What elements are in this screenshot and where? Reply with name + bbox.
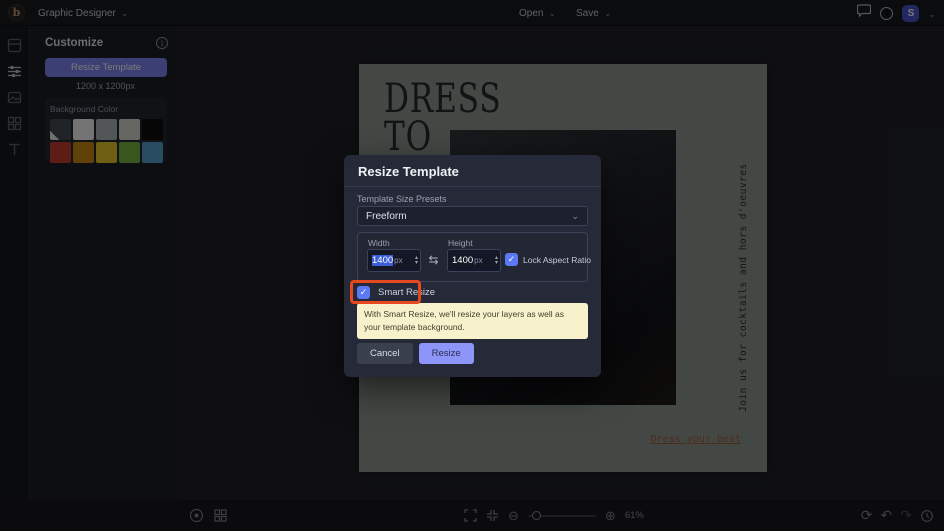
lock-aspect-ratio-label: Lock Aspect Ratio bbox=[523, 255, 592, 265]
app-window: Graphic Designer Open Save S bbox=[0, 0, 944, 531]
size-preset-value: Freeform bbox=[366, 210, 407, 222]
smart-resize-label: Smart Resize bbox=[378, 287, 436, 298]
swap-dimensions-button[interactable] bbox=[425, 252, 442, 269]
lock-aspect-ratio-checkbox[interactable] bbox=[505, 253, 518, 266]
cancel-button[interactable]: Cancel bbox=[357, 343, 413, 364]
width-value: 1400 bbox=[372, 255, 394, 266]
smart-resize-info: With Smart Resize, we'll resize your lay… bbox=[357, 303, 588, 339]
smart-resize-row: Smart Resize bbox=[357, 286, 435, 299]
dimensions-group: Width Height 1400 px ▴▾ 1400 px ▴▾ Lock … bbox=[357, 232, 592, 282]
presets-label: Template Size Presets bbox=[357, 194, 447, 204]
width-unit: px bbox=[394, 256, 403, 265]
dialog-title: Resize Template bbox=[358, 164, 459, 179]
resize-template-dialog: Resize Template Template Size Presets Fr… bbox=[344, 155, 601, 377]
height-input[interactable]: 1400 px ▴ ▾ bbox=[447, 249, 501, 272]
chevron-down-icon bbox=[571, 211, 579, 222]
width-stepper[interactable]: ▴ ▾ bbox=[415, 255, 418, 266]
divider bbox=[344, 186, 601, 187]
dialog-actions: Cancel Resize bbox=[357, 343, 474, 364]
height-value: 1400 bbox=[452, 255, 474, 266]
width-label: Width bbox=[368, 238, 390, 248]
height-stepper[interactable]: ▴ ▾ bbox=[495, 255, 498, 266]
resize-button[interactable]: Resize bbox=[418, 343, 474, 364]
smart-resize-checkbox[interactable] bbox=[357, 286, 370, 299]
size-preset-select[interactable]: Freeform bbox=[357, 206, 588, 226]
height-unit: px bbox=[474, 256, 483, 265]
height-label: Height bbox=[448, 238, 473, 248]
width-input[interactable]: 1400 px ▴ ▾ bbox=[367, 249, 421, 272]
